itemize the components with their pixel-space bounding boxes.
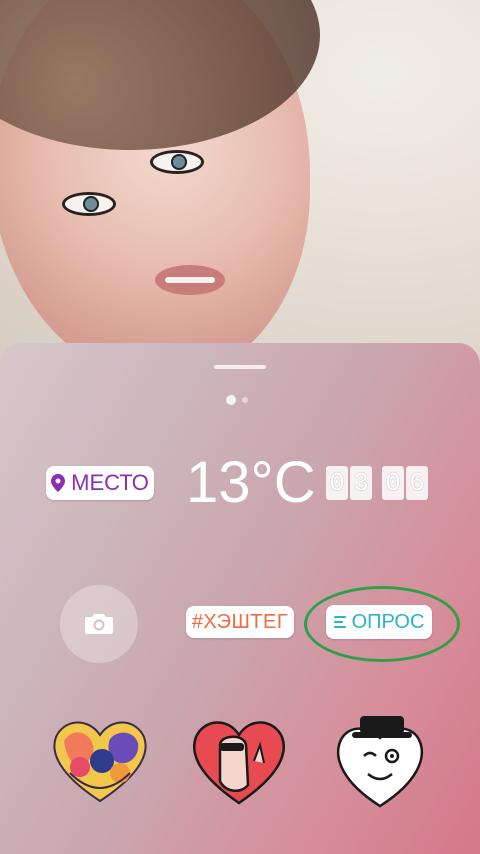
page-dot-active [226,395,236,405]
left-eye [62,192,116,216]
drag-handle[interactable] [214,365,266,369]
clock-digit: 6 [406,466,428,500]
heart-hands-sticker[interactable] [50,713,150,805]
location-label: МЕСТО [71,470,149,495]
right-eye [150,150,204,174]
clock-digit: 0 [326,466,348,500]
camera-sticker-button[interactable] [60,585,138,663]
clock-sticker[interactable]: 0 3 0 6 [326,466,428,500]
peeking-heart-sticker[interactable] [190,715,288,807]
page-dot [242,397,248,403]
highlight-ring [304,586,460,662]
stickers-panel: МЕСТО 13°C 0 3 0 6 #ХЭШТЕГ ОПРОС [0,343,480,854]
clock-digit: 3 [350,466,372,500]
camera-icon [85,614,113,634]
page-indicator [226,395,248,405]
location-sticker[interactable]: МЕСТО [46,466,154,500]
winking-heart-hat-sticker[interactable] [330,708,430,812]
location-pin-icon [51,474,66,492]
temperature-sticker[interactable]: 13°C [186,446,316,520]
temperature-label: 13°C [186,450,316,515]
hashtag-sticker[interactable]: #ХЭШТЕГ [186,606,294,638]
story-photo [0,0,480,360]
lips [155,265,225,295]
clock-digit: 0 [382,466,404,500]
hashtag-label: #ХЭШТЕГ [191,610,289,633]
